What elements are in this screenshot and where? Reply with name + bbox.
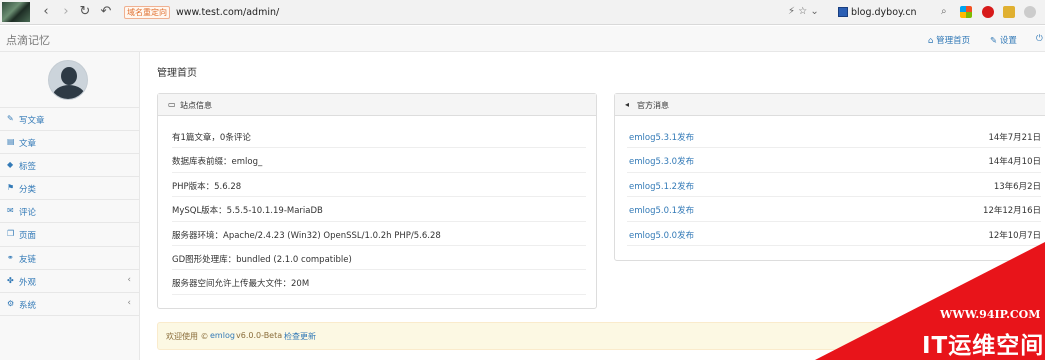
news-date: 13年6月2日 [993,181,1041,192]
apps-icon[interactable] [960,6,972,18]
address-bar[interactable]: www.test.com/admin/ [176,7,279,18]
nav-settings[interactable]: ✎ 设置 [990,34,1017,46]
site-favicon-icon [838,7,848,17]
sidebar-item-label: 友链 [19,254,37,265]
news-date: 12年10月7日 [988,230,1041,241]
opera-icon[interactable] [982,6,994,18]
wrench-icon: ✎ [990,36,998,46]
version-text: v6.0.0-Beta [236,331,283,340]
news-link[interactable]: emlog5.1.2发布 [629,180,694,192]
screen: ‹ › ↻ ↶ 域名重定向 www.test.com/admin/ ⚡ ☆ ⌄ … [0,0,1045,360]
sidebar-menu: ✎ 写文章 ▤ 文章 ◆ 标签 ⚑ 分类 ✉ 评论 ❐ 页面 ⚭ 友链 ✤ 外观 ‹ ⚙ 系统 ‹ [0,108,139,316]
folder-icon[interactable] [1003,6,1015,18]
sidebar-item[interactable]: ✤ 外观 ‹ [0,270,139,293]
news-row: emlog5.3.1发布 14年7月21日 [627,124,1041,149]
news-date: 14年7月21日 [988,133,1041,143]
sidebar-item-label: 文章 [19,139,37,150]
avatar-area [0,52,139,108]
sidebar-item-label: 页面 [19,231,37,242]
news-link[interactable]: emlog5.3.1发布 [629,131,694,143]
app-header: 点滴记忆 ⌂ 管理首页 ✎ 设置 ⏻ [0,26,1045,52]
home-icon: ⌂ [928,36,934,46]
redirect-badge: 域名重定向 [124,6,170,19]
news-panel: ◂ 官方消息 emlog5.3.1发布 14年7月21日 emlog5.3.0发布 1… [614,93,1045,261]
bullhorn-icon: ◂ [625,100,630,109]
logout-icon[interactable]: ⏻ [1036,34,1043,44]
site-info-header: ▭ 站点信息 [158,94,596,116]
search-icon[interactable]: ⌕ [941,6,947,17]
search-engine-site[interactable]: blog.dyboy.cn [851,7,917,18]
footer-welcome: 欢迎使用 © [166,332,209,341]
tab-favicon[interactable] [2,2,30,22]
sidebar-item[interactable]: ❐ 页面 [0,223,139,247]
sidebar-item[interactable]: ▤ 文章 [0,131,139,155]
site-info-row: 服务器环境：Apache/2.4.23 (Win32) OpenSSL/1.0.… [172,222,586,246]
chevron-left-icon: ‹ [127,297,131,308]
nav-admin-home-label: 管理首页 [936,36,971,46]
footer-notice: 欢迎使用 © emlog v6.0.0-Beta 检查更新 [157,322,1045,350]
emlog-link[interactable]: emlog [210,331,235,340]
address-actions-icon[interactable]: ⚡ ☆ ⌄ [788,6,819,17]
sidebar-item-icon: ⚑ [7,183,15,193]
news-date: 14年4月10日 [988,157,1041,168]
site-info-panel: ▭ 站点信息 有1篇文章，0条评论 数据库表前缀：emlog_ PHP版本：5.6.… [157,93,597,309]
extension-icon[interactable] [1024,6,1036,18]
news-row: emlog5.3.0发布 14年4月10日 [627,148,1041,173]
sidebar-item[interactable]: ✎ 写文章 [0,108,139,132]
sidebar-item-label: 评论 [19,208,37,219]
news-header: ◂ 官方消息 [615,94,1045,116]
sidebar-item[interactable]: ⚭ 友链 [0,247,139,270]
sidebar-item[interactable]: ⚙ 系统 ‹ [0,293,139,316]
forward-button[interactable]: › [58,4,74,20]
sidebar-item-icon: ✤ [7,275,14,285]
avatar[interactable] [48,60,88,100]
news-link[interactable]: emlog5.0.1发布 [629,204,694,216]
watermark-url: WWW.94IP.COM [940,308,1041,321]
sidebar-item[interactable]: ✉ 评论 [0,200,139,224]
watermark-name: IT运维空间 [922,333,1045,359]
sidebar-item-label: 标签 [19,162,37,173]
sidebar-item-label: 写文章 [19,116,45,126]
sidebar-item-icon: ◆ [7,160,14,170]
sidebar-item[interactable]: ⚑ 分类 [0,177,139,201]
site-info-row: PHP版本：5.6.28 [172,173,586,198]
sidebar-item-icon: ✎ [7,114,14,123]
news-date: 12年12月16日 [983,206,1041,217]
site-info-row: MySQL版本：5.5.5-10.1.19-MariaDB [172,197,586,222]
site-info-row: 数据库表前缀：emlog_ [172,148,586,173]
chevron-left-icon: ‹ [127,274,131,285]
sidebar-item-label: 系统 [19,300,37,311]
check-update-link[interactable]: 检查更新 [284,331,316,342]
laptop-icon: ▭ [168,100,176,109]
site-info-title: 站点信息 [180,101,212,110]
site-info-row: 有1篇文章，0条评论 [172,124,586,149]
news-link[interactable]: emlog5.0.0发布 [629,229,694,241]
sidebar-item-icon: ❐ [7,229,15,239]
page-title: 管理首页 [157,68,197,79]
sidebar-item-icon: ✉ [7,206,14,216]
news-link[interactable]: emlog5.3.0发布 [629,155,694,167]
sidebar-item-icon: ⚙ [7,298,15,308]
back-button[interactable]: ‹ [38,4,54,20]
site-brand[interactable]: 点滴记忆 [6,32,50,48]
nav-settings-label: 设置 [999,36,1017,46]
site-info-row: 服务器空间允许上传最大文件：20M [172,270,586,295]
news-row: emlog5.1.2发布 13年6月2日 [627,173,1041,198]
site-info-row: GD图形处理库：bundled (2.1.0 compatible) [172,246,586,271]
sidebar: ✎ 写文章 ▤ 文章 ◆ 标签 ⚑ 分类 ✉ 评论 ❐ 页面 ⚭ 友链 ✤ 外观 ‹ ⚙ 系统 ‹ [0,52,140,360]
reload-button[interactable]: ↻ [77,4,93,20]
browser-toolbar: ‹ › ↻ ↶ 域名重定向 www.test.com/admin/ ⚡ ☆ ⌄ … [0,0,1045,25]
news-row: emlog5.0.1发布 12年12月16日 [627,197,1041,222]
sidebar-item[interactable]: ◆ 标签 [0,154,139,178]
sidebar-item-label: 外观 [19,277,37,288]
sidebar-item-icon: ▤ [7,137,15,147]
news-row: emlog5.0.0发布 12年10月7日 [627,222,1041,246]
nav-admin-home[interactable]: ⌂ 管理首页 [928,34,970,46]
sidebar-item-icon: ⚭ [7,252,14,262]
undo-close-tab-button[interactable]: ↶ [98,4,114,20]
sidebar-item-label: 分类 [19,185,37,196]
news-title: 官方消息 [637,101,669,110]
